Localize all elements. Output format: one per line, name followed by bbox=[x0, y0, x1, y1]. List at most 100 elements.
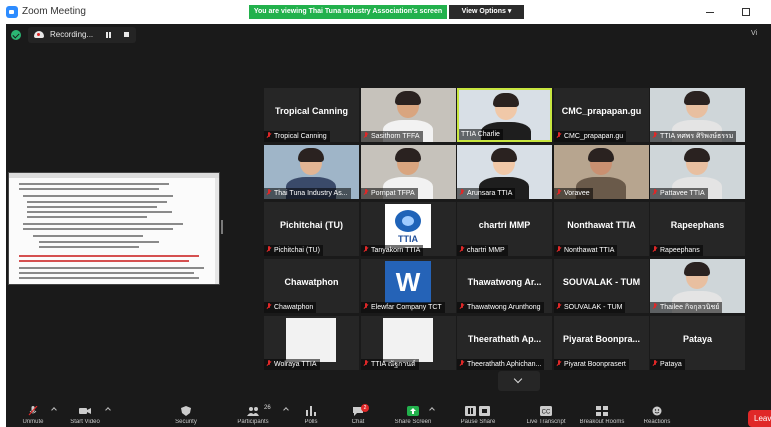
muted-mic-icon bbox=[266, 246, 272, 253]
muted-mic-icon bbox=[652, 132, 658, 139]
shield-icon bbox=[181, 406, 191, 416]
security-button[interactable]: Security bbox=[161, 404, 211, 427]
participant-display-name: Thawatwong Ar... bbox=[467, 277, 542, 287]
participant-tile[interactable]: TTIA ณัฐกานต์ bbox=[361, 316, 456, 370]
stop-recording-icon[interactable] bbox=[124, 32, 129, 37]
leave-button[interactable]: Leave bbox=[748, 410, 771, 427]
muted-mic-icon bbox=[556, 303, 562, 310]
breakout-rooms-grid-icon bbox=[596, 406, 608, 416]
participant-name: TTIA ณัฐกานต์ bbox=[371, 361, 416, 368]
participant-tile[interactable]: Rapeephans Rapeephans bbox=[650, 202, 745, 256]
participant-tile[interactable]: SOUVALAK - TUM SOUVALAK - TUM bbox=[554, 259, 649, 313]
participant-name-label: Theerathath Aphichan... bbox=[457, 359, 545, 370]
participant-name-label: chartri MMP bbox=[457, 245, 508, 256]
participant-tile[interactable]: Arunsara TTIA bbox=[457, 145, 552, 199]
participant-tile[interactable]: Nonthawat TTIA Nonthawat TTIA bbox=[554, 202, 649, 256]
participants-icon bbox=[247, 407, 259, 416]
live-transcript-label: Live Transcript bbox=[526, 419, 566, 425]
participant-display-name: chartri MMP bbox=[478, 220, 531, 230]
participant-tile[interactable]: Pataya Pataya bbox=[650, 316, 745, 370]
start-video-button[interactable]: Start Video bbox=[60, 404, 110, 427]
panel-splitter[interactable] bbox=[221, 220, 223, 234]
participant-name: SOUVALAK - TUM bbox=[564, 304, 623, 311]
participant-name-label: Nonthawat TTIA bbox=[554, 245, 618, 256]
window-title: Zoom Meeting bbox=[22, 6, 86, 17]
participant-tile[interactable]: Theerathath Ap... Theerathath Aphichan... bbox=[457, 316, 552, 370]
participant-display-name: Nonthawat TTIA bbox=[567, 220, 636, 230]
participant-tile[interactable]: Sasithorn TFFA bbox=[361, 88, 456, 142]
muted-mic-icon bbox=[459, 303, 465, 310]
view-options-button[interactable]: View Options ▾ bbox=[449, 5, 524, 19]
participant-display-name: Piyarat Boonpra... bbox=[562, 334, 641, 344]
muted-mic-icon bbox=[266, 132, 272, 139]
participant-display-name: SOUVALAK - TUM bbox=[562, 277, 641, 287]
encryption-shield-icon[interactable] bbox=[11, 30, 21, 40]
muted-microphone-icon bbox=[28, 406, 38, 416]
participant-name-label: Pattavee TTIA bbox=[650, 188, 708, 199]
participant-name-label: Voravee bbox=[554, 188, 593, 199]
participant-tile[interactable]: Thai Tuna Industry As... bbox=[264, 145, 359, 199]
pause-recording-icon[interactable] bbox=[106, 32, 111, 38]
participants-button[interactable]: 26 Participants bbox=[228, 404, 278, 427]
muted-mic-icon bbox=[363, 189, 369, 196]
participant-name: TTIA Charlie bbox=[461, 131, 500, 138]
participant-name-label: SOUVALAK - TUM bbox=[554, 302, 626, 313]
participant-tile[interactable]: Pattavee TTIA bbox=[650, 145, 745, 199]
participant-name: Wolraya TTIA bbox=[274, 361, 317, 368]
participant-name: Piyarat Boonprasert bbox=[564, 361, 626, 368]
participant-tile[interactable]: Voravee bbox=[554, 145, 649, 199]
participant-tile[interactable]: Pornpat TFPA bbox=[361, 145, 456, 199]
maximize-icon[interactable] bbox=[742, 8, 750, 16]
participants-count: 26 bbox=[264, 405, 271, 411]
logo-text: TTIA bbox=[398, 234, 418, 244]
participant-name-label: Sasithorn TFFA bbox=[361, 131, 423, 142]
muted-mic-icon bbox=[556, 132, 562, 139]
breakout-rooms-label: Breakout Rooms bbox=[579, 419, 625, 425]
participant-tile[interactable]: Pichitchai (TU) Pichitchai (TU) bbox=[264, 202, 359, 256]
document-scrollbar[interactable] bbox=[215, 178, 219, 284]
svg-text:CC: CC bbox=[542, 410, 551, 416]
participant-tile[interactable]: chartri MMP chartri MMP bbox=[457, 202, 552, 256]
minimize-icon[interactable] bbox=[706, 12, 714, 13]
participant-tile[interactable]: Wolraya TTIA bbox=[264, 316, 359, 370]
muted-mic-icon bbox=[652, 189, 658, 196]
participant-tile[interactable]: Thailee กิจกุลวนิชย์ bbox=[650, 259, 745, 313]
participant-name-label: TTIA ทศพร ศิริพงษ์ธรรม bbox=[650, 131, 737, 142]
muted-mic-icon bbox=[652, 303, 658, 310]
polls-button[interactable]: Polls bbox=[286, 404, 336, 427]
participant-tile[interactable]: CMC_prapapan.gu CMC_prapapan.gu bbox=[554, 88, 649, 142]
unmute-button[interactable]: Unmute bbox=[8, 404, 58, 427]
chat-button[interactable]: 2 Chat bbox=[333, 404, 383, 427]
muted-mic-icon bbox=[363, 303, 369, 310]
participant-display-name: Tropical Canning bbox=[274, 106, 348, 116]
participant-tile[interactable]: TTIA ทศพร ศิริพงษ์ธรรม bbox=[650, 88, 745, 142]
participant-name: Pichitchai (TU) bbox=[274, 247, 320, 254]
view-menu-label[interactable]: Vi bbox=[751, 30, 757, 37]
participant-tile[interactable]: Chawatphon Chawatphon bbox=[264, 259, 359, 313]
word-logo-icon: W bbox=[385, 261, 431, 303]
muted-mic-icon bbox=[652, 360, 658, 367]
closed-caption-icon: CC bbox=[540, 406, 552, 416]
participant-tile[interactable]: TTIA Charlie bbox=[457, 88, 552, 142]
participant-tile[interactable]: Thawatwong Ar... Thawatwong Arunthong bbox=[457, 259, 552, 313]
share-screen-arrow-icon bbox=[407, 406, 419, 416]
participant-tile[interactable]: TTIA Tanyakorn TTIA bbox=[361, 202, 456, 256]
share-screen-button[interactable]: Share Screen bbox=[384, 404, 442, 427]
shared-screen-document[interactable] bbox=[8, 172, 220, 285]
pause-share-icon bbox=[465, 406, 490, 416]
next-page-chevron-down-icon[interactable] bbox=[498, 371, 540, 391]
participant-name-label: Wolraya TTIA bbox=[264, 359, 320, 370]
pause-share-button[interactable]: Pause Share bbox=[450, 404, 506, 427]
breakout-rooms-button[interactable]: Breakout Rooms bbox=[574, 404, 630, 427]
muted-mic-icon bbox=[556, 189, 562, 196]
participant-name: Tanyakorn TTIA bbox=[371, 247, 421, 254]
participant-tile[interactable]: Piyarat Boonpra... Piyarat Boonprasert bbox=[554, 316, 649, 370]
reactions-button[interactable]: Reactions bbox=[632, 404, 682, 427]
security-label: Security bbox=[175, 419, 197, 425]
window-titlebar: Zoom Meeting You are viewing Thai Tuna I… bbox=[0, 0, 771, 24]
participant-tile[interactable]: Tropical Canning Tropical Canning bbox=[264, 88, 359, 142]
live-transcript-button[interactable]: CC Live Transcript bbox=[518, 404, 574, 427]
participant-name: Rapeephans bbox=[660, 247, 700, 254]
participant-name-label: Pichitchai (TU) bbox=[264, 245, 323, 256]
participant-tile[interactable]: W Elewfar Company TCT bbox=[361, 259, 456, 313]
